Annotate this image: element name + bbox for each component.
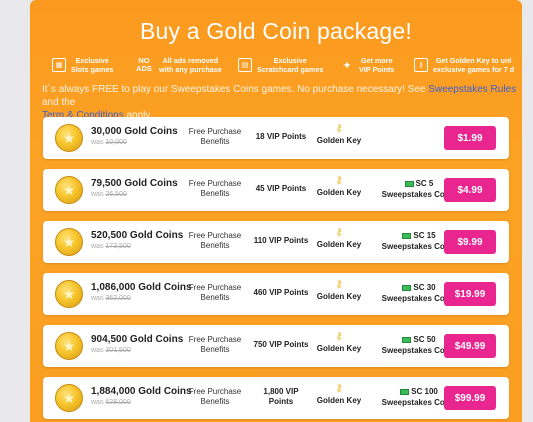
- feature-no-ads: NO ADS All ads removed with any purchase: [134, 52, 222, 78]
- slots-icon: ▦: [52, 58, 66, 72]
- vip-points: 110 VIP Points: [253, 236, 309, 245]
- package-row: ★ 79,500 Gold Coins was 26,500 Free Purc…: [43, 169, 509, 211]
- vip-points: 45 VIP Points: [255, 184, 307, 193]
- was-amount: was 26,500: [91, 191, 127, 198]
- sweepstakes-rules-link[interactable]: Sweepstakes Rules: [428, 84, 516, 95]
- was-amount: was 173,500: [91, 243, 131, 250]
- scratchcard-icon: ▤: [238, 58, 252, 72]
- key-icon: ⚷: [335, 331, 343, 342]
- gold-coin-icon: ★: [55, 228, 83, 256]
- free-purchase-benefits: Free Purchase Benefits: [188, 387, 242, 406]
- was-amount: was 10,000: [91, 139, 127, 146]
- package-row: ★ 1,086,000 Gold Coins was 362,000 Free …: [43, 273, 509, 315]
- free-purchase-benefits: Free Purchase Benefits: [188, 231, 242, 250]
- no-ads-icon: NO ADS: [136, 56, 152, 73]
- was-amount: was 362,000: [91, 295, 131, 302]
- coins-amount: 520,500 Gold Coins: [91, 230, 184, 241]
- vip-points: 18 VIP Points: [255, 132, 307, 141]
- buy-button[interactable]: $4.99: [444, 178, 496, 202]
- feature-scratchcard-line1: Exclusive: [273, 56, 307, 65]
- golden-key-benefit: ⚷ Golden Key: [311, 175, 367, 197]
- feature-vip-line1: Get more: [360, 56, 393, 65]
- key-icon: ⚷: [335, 123, 343, 134]
- was-amount: was 628,000: [91, 399, 131, 406]
- feature-vip: ✦ Get more VIP Points: [340, 52, 394, 78]
- feature-slots-line1: Exclusive: [75, 56, 109, 65]
- golden-key-benefit: ⚷ Golden Key: [311, 383, 367, 405]
- free-purchase-benefits: Free Purchase Benefits: [188, 335, 242, 354]
- feature-golden-key-line2: exclusive games for 7 d: [433, 65, 515, 74]
- feature-slots: ▦ Exclusive Slots games: [52, 52, 113, 78]
- key-icon: ⚷: [335, 279, 343, 290]
- was-amount: was 301,500: [91, 347, 131, 354]
- key-icon: ⚷: [414, 58, 428, 72]
- key-icon: ⚷: [335, 383, 343, 394]
- gold-coin-package-modal: Buy a Gold Coin package! ▦ Exclusive Slot…: [30, 0, 522, 422]
- gold-coin-icon: ★: [55, 332, 83, 360]
- modal-title: Buy a Gold Coin package!: [139, 18, 413, 44]
- feature-slots-line2: Slots games: [71, 65, 114, 74]
- golden-key-benefit: ⚷ Golden Key: [311, 123, 367, 145]
- coins-amount: 1,086,000 Gold Coins: [91, 282, 192, 293]
- key-icon: ⚷: [335, 175, 343, 186]
- golden-key-benefit: ⚷ Golden Key: [311, 227, 367, 249]
- cash-icon: [402, 232, 412, 239]
- features-bar: ▦ Exclusive Slots games NO ADS All ads re…: [52, 52, 522, 78]
- feature-golden-key-line1: Get Golden Key to unl: [435, 56, 512, 65]
- cash-icon: [400, 388, 410, 395]
- feature-scratchcard-line2: Scratchcard games: [257, 65, 324, 74]
- sparkle-icon: ✦: [342, 59, 352, 72]
- package-row: ★ 904,500 Gold Coins was 301,500 Free Pu…: [43, 325, 509, 367]
- vip-points: 1,800 VIP Points: [263, 387, 299, 406]
- free-purchase-benefits: Free Purchase Benefits: [188, 127, 242, 146]
- gold-coin-icon: ★: [55, 384, 83, 412]
- buy-button[interactable]: $49.99: [444, 334, 496, 358]
- gold-coin-icon: ★: [55, 124, 83, 152]
- golden-key-benefit: ⚷ Golden Key: [311, 279, 367, 301]
- feature-no-ads-line2: with any purchase: [159, 65, 222, 74]
- coins-amount: 1,884,000 Gold Coins: [91, 386, 192, 397]
- gold-coin-icon: ★: [55, 176, 83, 204]
- free-purchase-benefits: Free Purchase Benefits: [188, 283, 242, 302]
- coins-amount: 79,500 Gold Coins: [91, 178, 178, 189]
- vip-points: 750 VIP Points: [253, 340, 309, 349]
- coins-amount: 904,500 Gold Coins: [91, 334, 184, 345]
- buy-button[interactable]: $19.99: [444, 282, 496, 306]
- cash-icon: [404, 180, 414, 187]
- key-icon: ⚷: [335, 227, 343, 238]
- coins-amount: 30,000 Gold Coins: [91, 126, 178, 137]
- package-row: ★ 1,884,000 Gold Coins was 628,000 Free …: [43, 377, 509, 419]
- feature-no-ads-line1: All ads removed: [162, 56, 219, 65]
- cash-icon: [402, 336, 412, 343]
- cash-icon: [402, 284, 412, 291]
- package-row: ★ 520,500 Gold Coins was 173,500 Free Pu…: [43, 221, 509, 263]
- package-row: ★ 30,000 Gold Coins was 10,000 Free Purc…: [43, 117, 509, 159]
- buy-button[interactable]: $99.99: [444, 386, 496, 410]
- feature-vip-line2: VIP Points: [359, 65, 395, 74]
- vip-points: 460 VIP Points: [253, 288, 309, 297]
- feature-scratchcard: ▤ Exclusive Scratchcard games: [238, 52, 323, 78]
- feature-golden-key: ⚷ Get Golden Key to unl exclusive games f…: [414, 52, 514, 78]
- gold-coin-icon: ★: [55, 280, 83, 308]
- free-purchase-benefits: Free Purchase Benefits: [188, 179, 242, 198]
- buy-button[interactable]: $1.99: [444, 126, 496, 150]
- buy-button[interactable]: $9.99: [444, 230, 496, 254]
- golden-key-benefit: ⚷ Golden Key: [311, 331, 367, 353]
